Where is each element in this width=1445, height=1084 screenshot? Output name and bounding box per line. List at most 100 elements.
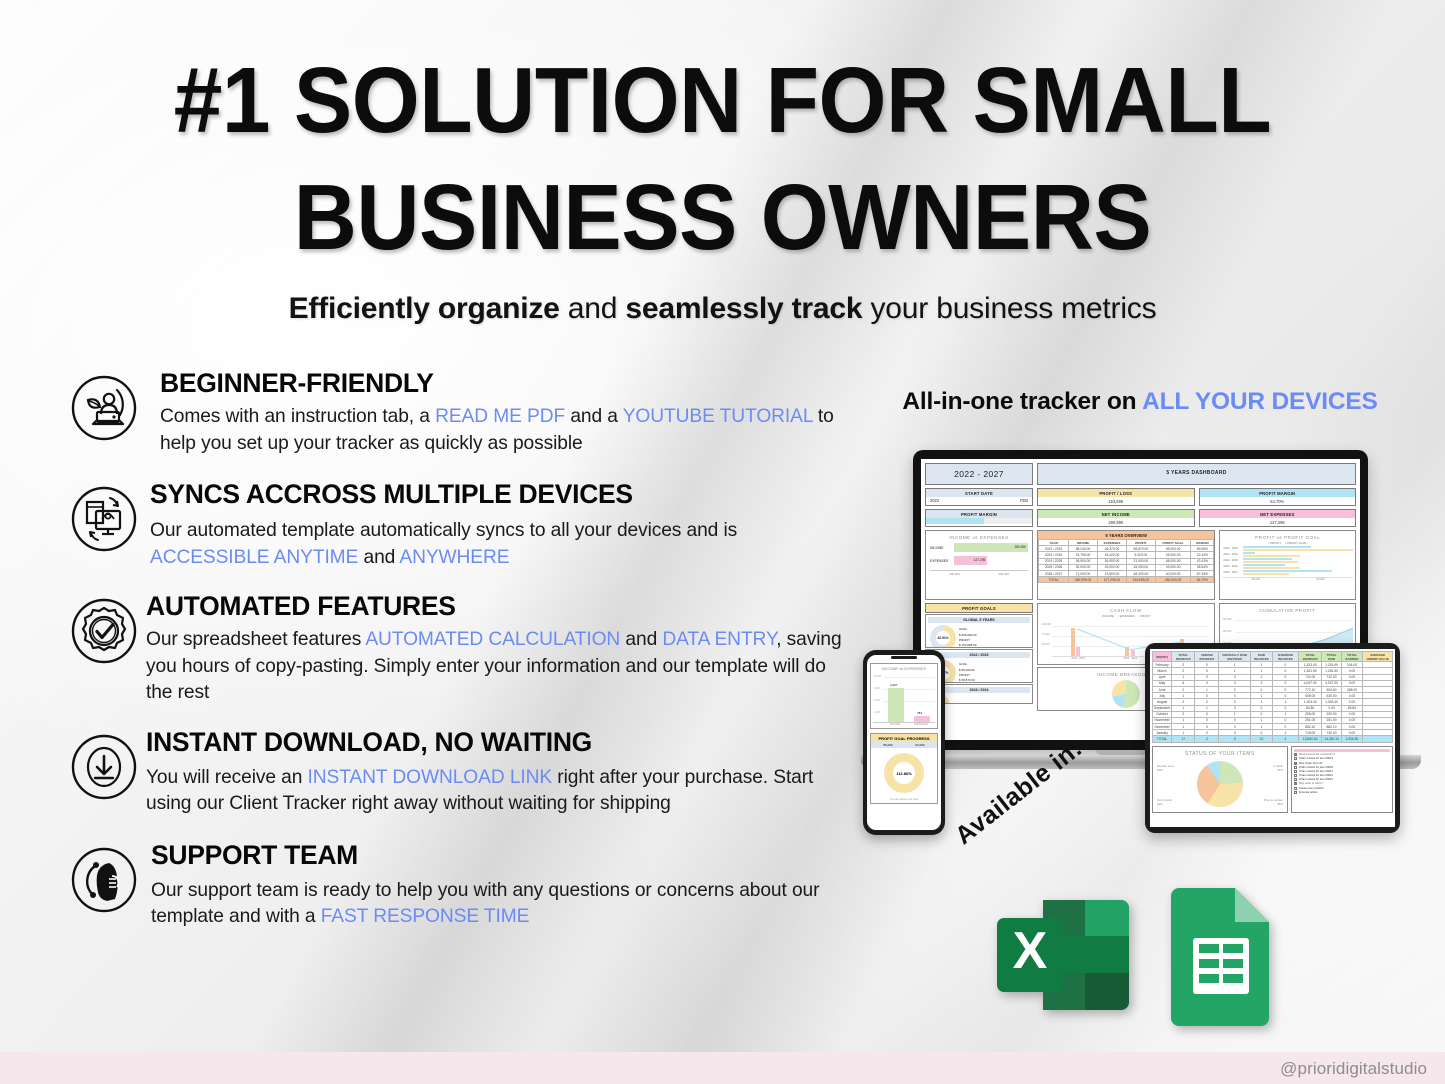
goal-percent: 112.86% [896,770,912,776]
axis-tick: 2022 - 2023 [1223,546,1238,550]
income-vs-expenses-chart: INCOME vs EXPENSES INCOME 280,990 EXPENS… [925,530,1033,600]
desc-highlight: YOUTUBE TUTORIAL [622,406,813,427]
feature-description: Our automated template automatically syn… [150,518,842,571]
task-checklist: Send invoices for customers X Order rest… [1290,745,1393,813]
desc-text: and a [565,406,623,427]
checkbox[interactable] [1293,761,1297,765]
five-years-overview-table: 5 YEARS OVERVIEW YEAR INCOME EXPENSES PR… [1037,530,1216,600]
phone-mockup: INCOME vs EXPENSES 10,000 8,000 6,000 2,… [863,650,945,835]
microsoft-excel-logo: X [985,880,1135,1030]
checklist-item[interactable]: Order restock for item 00014 [1293,757,1390,761]
subtitle-bold-2: seamlessly track [625,292,863,325]
subtitle-bold-1: Efficiently organize [288,292,560,325]
column-header: AVERAGE ORDER VALUE [1362,650,1393,663]
google-sheets-logo [1161,880,1281,1030]
pie-percent: 24% [1277,767,1283,772]
kpi-label: PROFIT / LOSS [1038,489,1194,497]
checkbox[interactable] [1293,765,1297,769]
feature-item-automated-features: AUTOMATED FEATURES Our spreadsheet featu… [62,591,842,707]
axis-tick: 100,000 [949,572,960,576]
device-mockups: 2022 - 2027 5 YEARS DASHBOARD START DATE… [845,445,1425,855]
devices-headline-accent: ALL YOUR DEVICES [1142,388,1378,415]
checkbox[interactable] [1293,790,1297,794]
desc-text: and [620,629,663,650]
checkbox[interactable] [1293,786,1297,790]
bar-value: 4,407 [890,683,898,688]
tablet-dashboard: MONTH TOTAL INVOICES UNPAID INVOICES PAR… [1150,649,1395,827]
goal-progress-header: PROFIT GOAL PROGRESS [871,734,937,742]
checkbox[interactable] [1293,769,1297,773]
person-laptop-leaf-icon [68,372,140,444]
checkbox[interactable] [1293,778,1297,782]
desc-highlight: INSTANT DOWNLOAD LINK [307,766,553,788]
checklist-item[interactable]: Order restock for item 00021 [1293,778,1390,782]
profit-margin-bar-label: PROFIT MARGIN [926,510,1032,518]
axis-tick: EXPENSES [914,723,929,726]
column-header: PAID INVOICES [1250,650,1273,663]
axis-tick: 2023 - 2024 [1123,657,1137,660]
bar-value: 280,990 [1014,544,1026,549]
sync-devices-icon [68,483,140,555]
feature-description: Our spreadsheet features AUTOMATED CALCU… [146,627,842,707]
chart-title: PROFIT vs PROFIT GOAL [1255,535,1321,540]
chart-title: CUMULATIVE PROFIT [1259,608,1316,613]
axis-tick: 150,000 [1222,630,1232,633]
checkbox[interactable] [1293,774,1297,778]
profit-goal-global: GLOBAL 5 YEARS 43.91% GOAL $ 350,000.00 … [925,614,1033,648]
tablet-mockup: MONTH TOTAL INVOICES UNPAID INVOICES PAR… [1145,643,1400,833]
checkbox[interactable] [1293,757,1297,761]
feature-item-beginner-friendly: BEGINNER-FRIENDLY Comes with an instruct… [62,368,842,457]
desc-highlight: READ ME PDF [435,406,566,427]
legend-entry: ▪ PROFIT GOAL [1285,541,1308,545]
checklist-item[interactable]: Ship order to client Y [1293,782,1390,786]
checklist-item[interactable]: Order restock for item 00012 [1293,774,1390,778]
axis-tick: 2025 - 2026 [1223,565,1238,569]
table-header-row: MONTH TOTAL INVOICES UNPAID INVOICES PAR… [1151,650,1393,663]
profit-value: $ 58,870.00 [959,678,975,683]
desc-highlight: AUTOMATED CALCULATION [365,629,621,650]
chart-title: CASH FLOW [1109,608,1142,613]
goal-label: GOAL [953,703,961,704]
checkbox[interactable] [1293,782,1297,786]
column-header: TOTAL PAID [1321,650,1342,663]
checklist-item[interactable]: Ship Order 19 to 22 [1293,761,1390,765]
subtitle-tail: your business metrics [862,292,1157,325]
invoices-table: MONTH TOTAL INVOICES UNPAID INVOICES PAR… [1151,650,1393,743]
column-header: OVERDUE INVOICES [1271,650,1300,663]
column-header: TOTAL EARNED [1340,650,1364,663]
checklist-item[interactable]: Order restock for item 00018 [1293,765,1390,769]
column-header: TOTAL INVOICED [1298,650,1323,663]
desc-highlight: ACCESSIBLE ANYTIME [150,546,359,568]
pie-percent: 10% [1157,767,1163,772]
dashboard-title: 5 YEARS DASHBOARD [1166,470,1227,476]
headline-line-1: #1 SOLUTION FOR SMALL [173,48,1272,152]
page-subtitle: Efficiently organize and seamlessly trac… [0,292,1445,326]
feature-list: BEGINNER-FRIENDLY Comes with an instruct… [62,368,842,939]
overview-table: YEAR INCOME EXPENSES PROFIT PROFIT GOAL … [1038,538,1215,584]
bar-value: 784 [917,711,923,716]
checklist-item[interactable]: Create new products [1293,786,1390,790]
desc-text: Our spreadsheet features [146,629,366,650]
feature-title: INSTANT DOWNLOAD, NO WAITING [146,726,592,757]
checklist-item[interactable]: Order restock for item 00011 [1293,769,1390,773]
goal-value: 62,000 [915,743,925,747]
axis-tick: 200,000 [998,572,1009,576]
kpi-label: PROFIT MARGIN [1199,489,1355,497]
kpi-label: NET EXPENSES [1199,510,1355,518]
brand-handle: @prioridigitalstudio [1280,1059,1427,1078]
table-title: 5 YEARS OVERVIEW [1038,531,1215,539]
feature-item-instant-download: INSTANT DOWNLOAD, NO WAITING You will re… [62,727,842,818]
axis-tick: 2022 - 2023 [1071,657,1085,660]
feature-item-support-team: SUPPORT TEAM Our support team is ready t… [62,840,842,931]
feature-title: AUTOMATED FEATURES [146,591,456,621]
feature-description: You will receive an INSTANT DOWNLOAD LIN… [146,765,842,818]
profit-value: $ 153,695.00 [959,643,977,648]
desc-text: and [358,546,400,568]
kpi-label: NET INCOME [1038,510,1194,518]
checklist-item[interactable]: Send invoices for customers X [1293,753,1390,757]
bar-label: INCOME [930,545,944,550]
desc-text: You will receive an [146,766,308,788]
checklist-item[interactable]: Forecast orders [1293,790,1390,794]
checkbox[interactable] [1293,753,1297,757]
start-date-label: START DATE [926,489,1032,497]
